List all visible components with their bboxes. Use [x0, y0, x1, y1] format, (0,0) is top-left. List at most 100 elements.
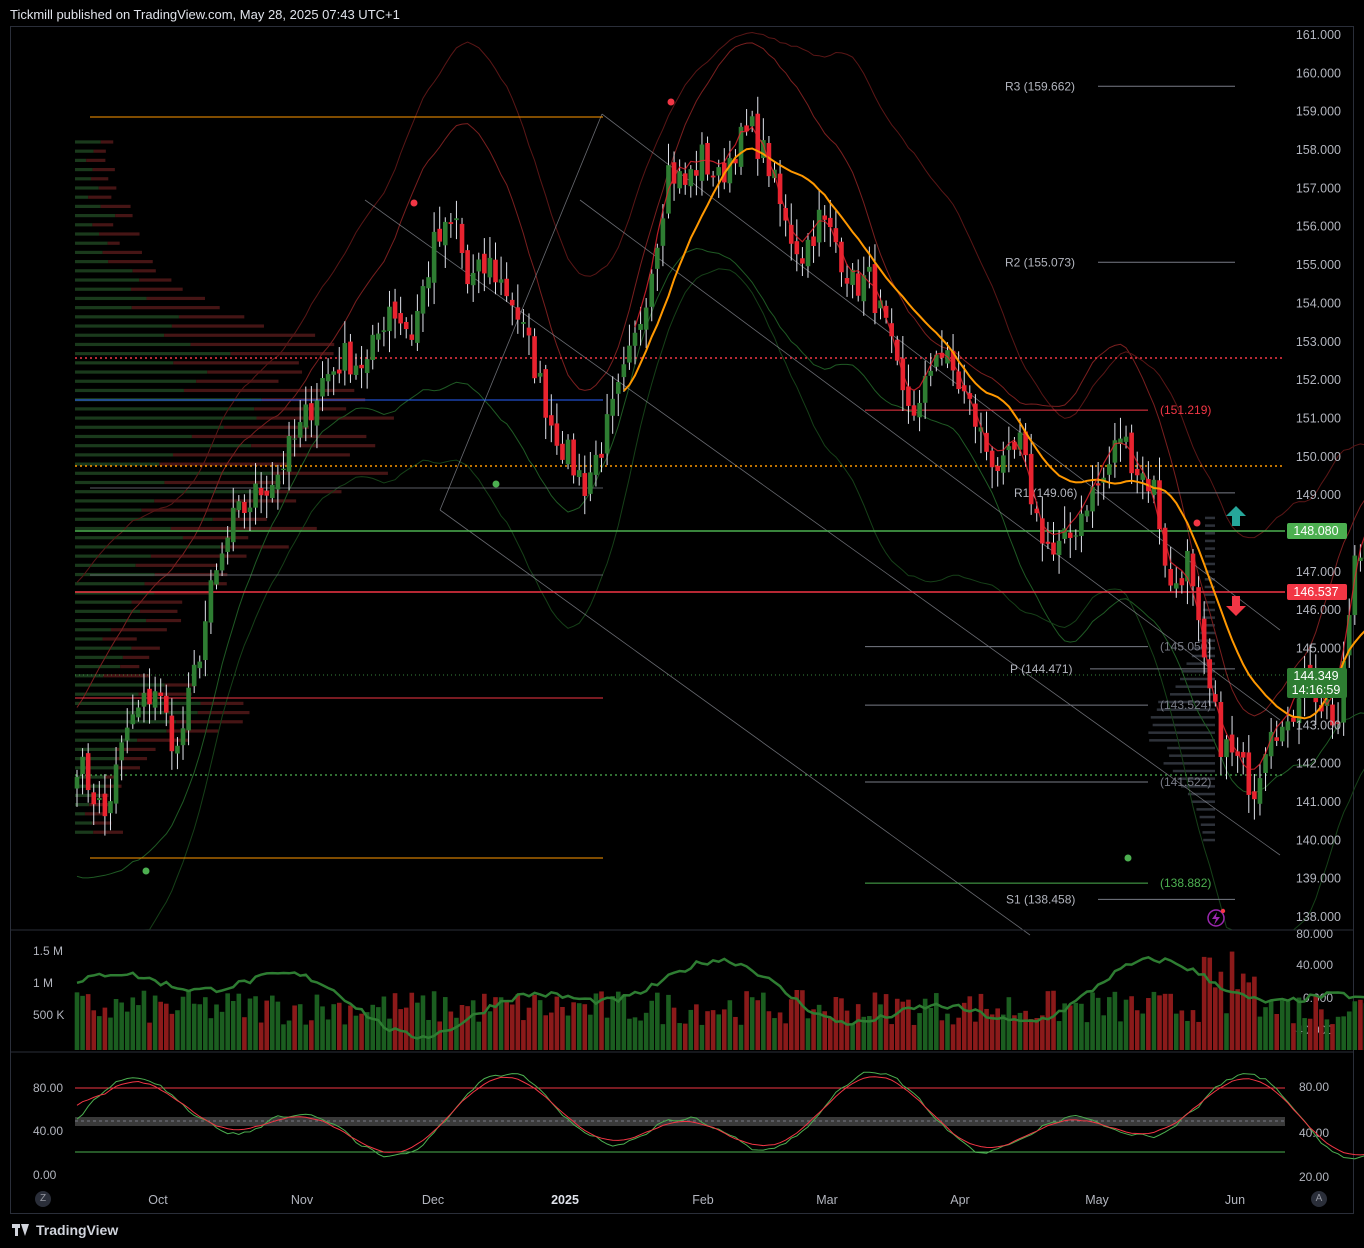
profile-bar-down [263, 490, 342, 494]
volume-bar [130, 997, 136, 1050]
auto-scale-button[interactable]: A [1311, 1191, 1327, 1207]
profile-bar-down [207, 370, 303, 374]
volume-bar [303, 1024, 309, 1050]
volume-bar [1302, 1018, 1307, 1050]
candle-down [694, 170, 699, 176]
volume-bar [97, 1016, 102, 1050]
profile-bar-down [105, 784, 122, 788]
price-tick-label: 159.000 [1296, 105, 1341, 119]
profile-bar-up [75, 600, 132, 604]
volume-bar [1179, 1010, 1185, 1050]
volume-bar [649, 1000, 655, 1050]
candle-down [526, 327, 532, 336]
profile-bar-recent [1199, 815, 1215, 819]
candle-down [855, 273, 861, 296]
volume-bar [588, 1014, 593, 1050]
volume-bar [1213, 987, 1218, 1050]
volume-bar [498, 997, 504, 1050]
candle-down [989, 450, 995, 468]
profile-bar-recent [1167, 746, 1215, 750]
profile-bar-recent [1196, 808, 1215, 811]
volume-bar [1017, 1012, 1023, 1050]
candle-up [1107, 464, 1112, 475]
candle-up [476, 259, 482, 272]
volume-bar [1229, 951, 1235, 1050]
stoch-tick-left: 80.00 [33, 1081, 63, 1095]
candle-up [370, 334, 376, 361]
badge-last-price-label: 144.349 [1293, 669, 1338, 683]
profile-bar-down [178, 315, 245, 319]
profile-bar-down [102, 637, 137, 641]
volume-bar [141, 990, 147, 1050]
volume-bar [632, 1017, 638, 1050]
volume-bar [236, 993, 242, 1050]
candle-up [130, 714, 136, 725]
profile-bar-down [223, 425, 310, 429]
profile-bar-up [75, 628, 111, 632]
volume-bar [470, 1000, 476, 1050]
volume-bar [855, 1004, 861, 1050]
candle-up [1056, 540, 1062, 556]
alert-bolt [1212, 912, 1220, 925]
trend-channel [364, 113, 1281, 936]
volume-bar [1346, 1011, 1352, 1050]
profile-bar-down [132, 269, 156, 273]
profile-bar-up [75, 416, 257, 420]
candle-down [599, 453, 604, 458]
candle-up [1279, 726, 1285, 742]
profile-bar-recent [1202, 831, 1215, 834]
zoom-reset-button[interactable]: Z [35, 1191, 51, 1207]
volume-bar [1274, 1013, 1279, 1050]
candle-up [314, 400, 320, 426]
profile-bar-up [75, 195, 89, 199]
chart-canvas[interactable]: R3 (159.662) R2 (155.073) (151.219) R1 (149… [0, 0, 1364, 1248]
tradingview-logo[interactable]: TradingView [12, 1222, 118, 1238]
candle-up [588, 472, 593, 494]
profile-bar-recent [1149, 739, 1215, 742]
pivot-label: P (144.471) [1010, 662, 1073, 676]
profile-bar-up [75, 554, 151, 558]
volume-bar [989, 1014, 995, 1050]
candle-up [1173, 583, 1179, 589]
candle-up [627, 345, 632, 363]
candle-up [1079, 513, 1084, 536]
candle-up [197, 661, 203, 669]
volume-bar [811, 1009, 816, 1050]
volume-bar [934, 993, 939, 1050]
profile-bar-up [75, 729, 167, 733]
price-tick-label: 141.000 [1296, 795, 1341, 809]
candle-up [621, 364, 627, 378]
volume-bar [543, 1015, 549, 1050]
profile-bar-up [75, 167, 93, 172]
volume-bar [554, 996, 560, 1050]
profile-bar-down [220, 545, 289, 549]
profile-bar-down [212, 517, 267, 521]
volume-tick-label: 1.5 M [33, 944, 63, 958]
profile-bar-up [75, 821, 93, 825]
volume-bar [270, 995, 275, 1050]
volume-bar [532, 994, 537, 1050]
price-tick-label: 143.000 [1296, 718, 1341, 732]
stoch-d-line [76, 1076, 1364, 1156]
profile-bar-recent [1204, 547, 1215, 550]
channel-line [364, 199, 1281, 856]
volume-tick-label: 500 K [33, 1008, 64, 1022]
volume-bar [995, 1008, 1000, 1050]
candle-up [615, 381, 621, 394]
candle-down [543, 369, 549, 418]
price-tick-label: 153.000 [1296, 335, 1341, 349]
candle-up [655, 247, 660, 269]
profile-bar-up [75, 315, 179, 319]
profile-bar-down [191, 434, 367, 439]
profile-bar-down [100, 204, 131, 208]
candle-down [91, 792, 97, 805]
volume-bar [744, 991, 749, 1050]
profile-bar-up [75, 425, 224, 429]
profile-bar-up [75, 517, 213, 521]
volume-bar [219, 1011, 225, 1050]
candle-up [119, 742, 124, 761]
profile-bar-down [159, 462, 288, 466]
candle-down [493, 259, 498, 283]
profile-bar-up [75, 177, 91, 181]
profile-bar-up [75, 306, 132, 310]
